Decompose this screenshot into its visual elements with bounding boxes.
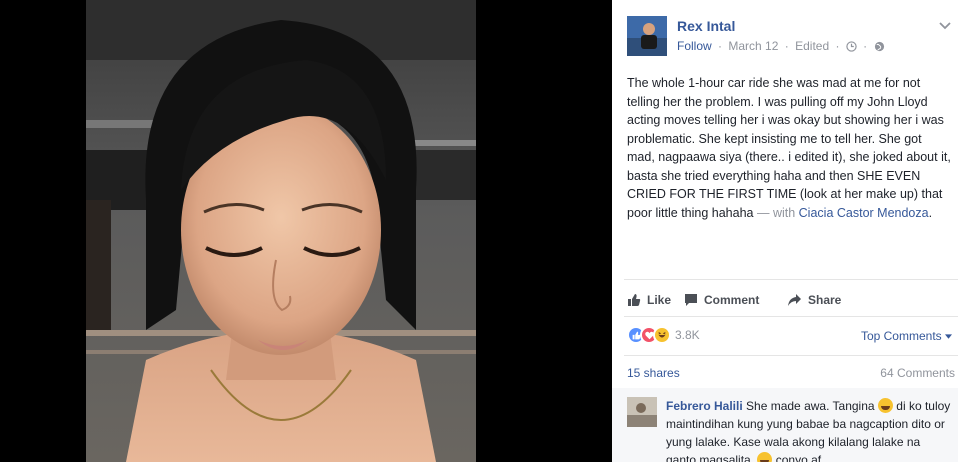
divider (624, 355, 958, 356)
post-photo[interactable] (86, 0, 476, 462)
top-comments-label: Top Comments (860, 329, 942, 343)
share-button[interactable]: Share (787, 289, 841, 311)
divider (624, 279, 958, 280)
comment-text-1: She made awa. Tangina (746, 399, 875, 413)
like-label: Like (647, 293, 672, 307)
commenter-name[interactable]: Febrero Halili (666, 399, 743, 413)
post-text: The whole 1-hour car ride she was mad at… (627, 74, 951, 222)
with-label: — with (756, 205, 796, 220)
share-arrow-icon (787, 293, 802, 307)
avatar-image (627, 16, 667, 56)
post-side-panel: Rex Intal Follow · March 12 · Edited · ·… (612, 0, 958, 462)
follow-link[interactable]: Follow (677, 39, 712, 53)
globe-icon[interactable] (874, 41, 885, 55)
post-date[interactable]: March 12 (728, 39, 778, 53)
meta-separator: · (863, 39, 868, 53)
reactions-summary[interactable]: 3.8K (627, 325, 700, 345)
comment-label: Comment (704, 293, 760, 307)
laughing-emoji-icon (757, 452, 773, 462)
commenter-avatar-image (627, 397, 657, 427)
tagged-user-link[interactable]: Ciacia Castor Mendoza (799, 206, 929, 220)
thumbs-up-icon (627, 293, 641, 307)
haha-reaction-icon (653, 326, 671, 344)
post-actions: Like Comment Share (627, 289, 947, 311)
post-header: Rex Intal Follow · March 12 · Edited · · (627, 16, 952, 56)
comment-list: Febrero Halili She made awa. Tangina di … (612, 388, 958, 462)
commenter-avatar[interactable] (627, 397, 657, 427)
post-body: The whole 1-hour car ride she was mad at… (627, 76, 951, 220)
divider (624, 316, 958, 317)
chevron-down-icon[interactable] (938, 18, 952, 32)
post-meta: Follow · March 12 · Edited · · (677, 39, 885, 55)
meta-separator: · (784, 39, 789, 53)
comment-item: Febrero Halili She made awa. Tangina di … (666, 397, 952, 462)
tagged-suffix: . (928, 205, 933, 220)
clock-icon (846, 41, 857, 55)
top-comments-dropdown[interactable]: Top Comments (861, 329, 952, 343)
comment-text-3: conyo af. (775, 453, 825, 462)
share-label: Share (808, 293, 842, 307)
comment-button[interactable]: Comment (684, 289, 759, 311)
author-name[interactable]: Rex Intal (677, 18, 735, 34)
caret-down-icon (945, 329, 952, 343)
photo-image (86, 0, 476, 462)
edited-label[interactable]: Edited (795, 39, 829, 53)
author-avatar[interactable] (627, 16, 667, 56)
shares-count[interactable]: 15 shares (627, 366, 680, 380)
photo-viewer (0, 0, 612, 462)
meta-separator: · (718, 39, 723, 53)
meta-separator: · (835, 39, 840, 53)
reaction-count: 3.8K (675, 328, 700, 342)
laughing-emoji-icon (877, 398, 893, 413)
like-button[interactable]: Like (627, 289, 671, 311)
comment-bubble-icon (684, 293, 698, 307)
comments-count[interactable]: 64 Comments (880, 366, 955, 380)
